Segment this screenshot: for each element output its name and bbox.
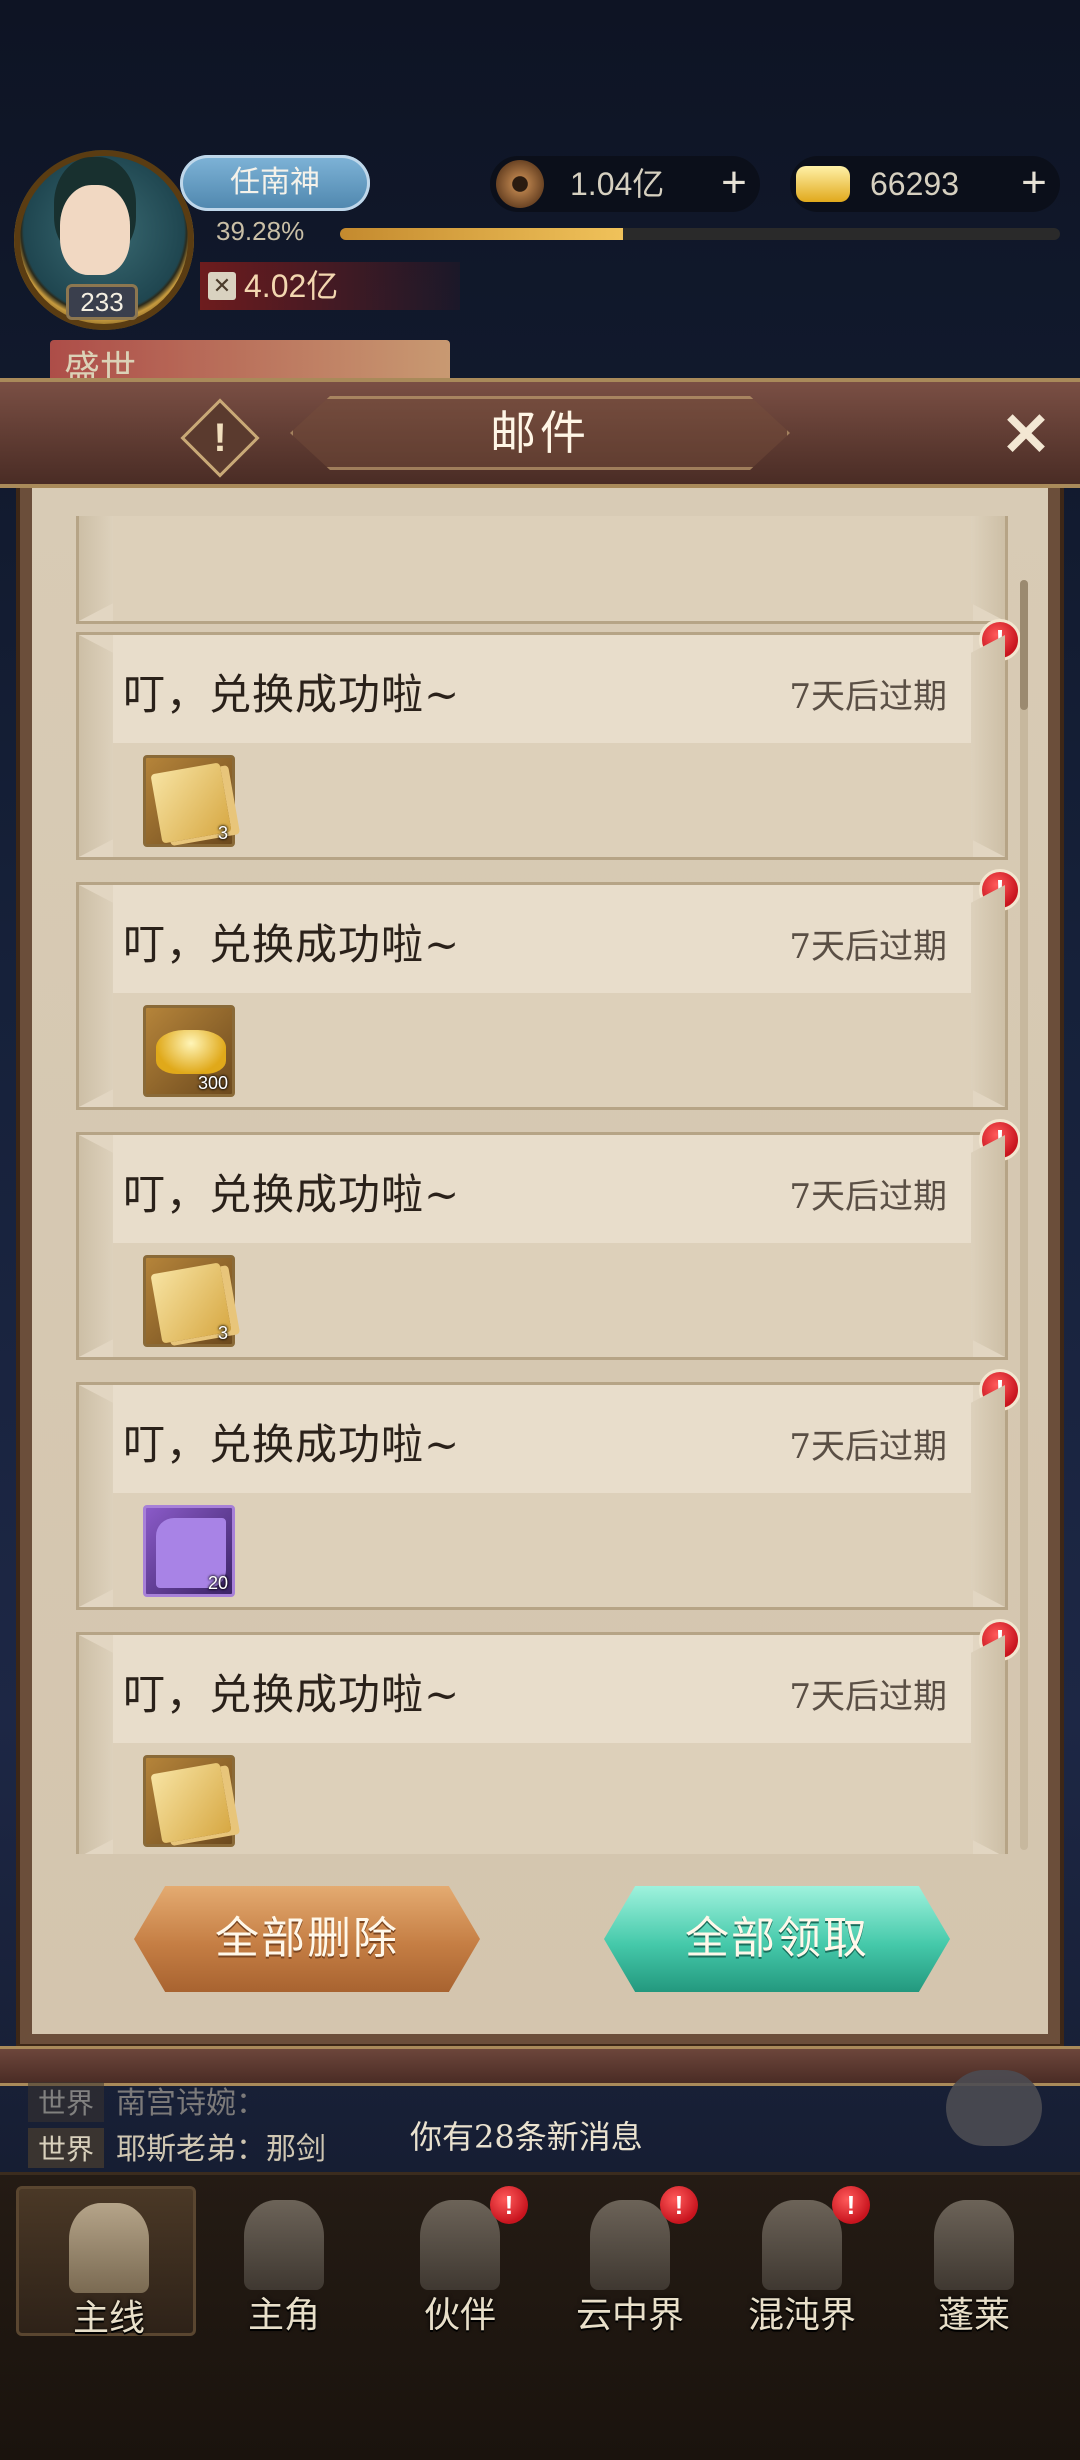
gold-ingot-icon (796, 166, 850, 202)
mail-expiry: 7天后过期 (789, 1427, 947, 1467)
nav-item[interactable]: 云中界! (540, 2186, 720, 2336)
chat-line[interactable]: 世界 耶斯老弟：那剑 (28, 2124, 326, 2168)
mail-item[interactable]: 20 (76, 516, 1008, 624)
nav-label: 混沌界 (747, 2295, 856, 2336)
chat-channel-tag: 世界 (28, 2082, 105, 2122)
nav-icon (244, 2200, 324, 2290)
nav-label: 云中界 (575, 2295, 684, 2336)
scrollbar-thumb[interactable] (1020, 580, 1028, 710)
exp-percent: 39.28% (216, 216, 305, 246)
notification-badge: ! (832, 2186, 870, 2224)
unread-badge: ! (979, 1619, 1020, 1661)
mail-expiry: 7天后过期 (789, 927, 947, 967)
mail-title: 叮，兑换成功啦~ (123, 1420, 461, 1469)
notification-badge: ! (660, 2186, 698, 2224)
add-copper-button[interactable]: + (712, 161, 756, 206)
copper-coin-icon (496, 160, 544, 208)
nav-icon (420, 2200, 500, 2290)
mail-item[interactable]: 叮，兑换成功啦~ 7天后过期 3! (76, 619, 1020, 860)
nav-icon (934, 2200, 1014, 2290)
reward-item[interactable]: 3 (143, 1255, 235, 1347)
chat-channel-tag: 世界 (28, 2128, 105, 2168)
close-icon: ✕ (1000, 401, 1052, 468)
copper-amount: 1.04亿 (570, 166, 665, 202)
chat-bubble-icon[interactable] (946, 2070, 1042, 2146)
item-count: 3 (217, 1323, 228, 1343)
gold-amount: 66293 (870, 166, 959, 202)
nav-icon (69, 2203, 149, 2293)
claim-all-button[interactable]: 全部领取 (604, 1886, 950, 1992)
mail-title: 叮，兑换成功啦~ (123, 670, 461, 719)
combat-power-value: 4.02亿 (244, 268, 339, 304)
gold-currency: 66293 + (790, 156, 1060, 212)
chat-message: 南宫诗婉： (116, 2086, 267, 2121)
mail-item[interactable]: 叮，兑换成功啦~ 7天后过期 20! (76, 1369, 1020, 1610)
mail-rewards-area (113, 1743, 973, 1854)
mail-item[interactable]: 叮，兑换成功啦~ 7天后过期 300! (76, 869, 1020, 1110)
mail-rewards-area (113, 1493, 973, 1607)
nav-label: 伙伴 (423, 2295, 496, 2336)
unread-badge: ! (979, 1369, 1020, 1411)
ticket-icon (150, 1762, 232, 1844)
mail-item[interactable]: 叮，兑换成功啦~ 7天后过期! (76, 1619, 1020, 1854)
item-count: 3 (217, 823, 228, 843)
top-hud: 233 任南神 39.28% ✕ 4.02亿 1.04亿 + 66293 + 盛… (0, 0, 1080, 400)
reward-item[interactable]: 20 (143, 1505, 235, 1597)
avatar-portrait (60, 185, 130, 275)
nav-item[interactable]: 主线 (16, 2186, 196, 2339)
player-level-badge: 233 (66, 284, 138, 320)
nav-item[interactable]: 伙伴! (370, 2186, 550, 2336)
delete-all-button[interactable]: 全部删除 (134, 1886, 480, 1992)
mail-rewards-area (113, 1243, 973, 1357)
combat-power: ✕ 4.02亿 (200, 262, 460, 310)
player-name: 任南神 (180, 155, 370, 211)
mail-list[interactable]: 20叮，兑换成功啦~7天后过期3!叮，兑换成功啦~7天后过期300!叮，兑换成功… (60, 516, 1020, 1854)
mail-rewards-area (113, 516, 973, 621)
nav-item[interactable]: 混沌界! (712, 2186, 892, 2336)
mail-rewards-area (113, 993, 973, 1107)
mail-title: 叮，兑换成功啦~ (123, 1170, 461, 1219)
reward-item[interactable] (143, 1755, 235, 1847)
copper-currency: 1.04亿 + (490, 156, 760, 212)
item-count: 20 (207, 1573, 228, 1593)
nav-label: 主角 (247, 2295, 320, 2336)
gold-ingot-icon (156, 1030, 226, 1074)
unread-badge: ! (979, 619, 1020, 661)
nav-icon (590, 2200, 670, 2290)
close-button[interactable]: ✕ (994, 404, 1058, 468)
modal-title: 邮件 (490, 406, 590, 460)
swords-icon: ✕ (208, 272, 236, 300)
chat-message: 耶斯老弟：那剑 (116, 2132, 327, 2167)
nav-label: 主线 (72, 2298, 145, 2339)
mail-expiry: 7天后过期 (789, 1677, 947, 1717)
scrollbar[interactable] (1020, 580, 1028, 1850)
mail-title: 叮，兑换成功啦~ (123, 1670, 461, 1719)
exp-bar (340, 228, 1060, 240)
nav-item[interactable]: 蓬莱 (884, 2186, 1064, 2336)
unread-badge: ! (979, 1119, 1020, 1161)
new-message-notice[interactable]: 你有28条新消息 (410, 2112, 643, 2158)
exp-bar-fill (340, 228, 623, 240)
mail-expiry: 7天后过期 (789, 677, 947, 717)
reward-item[interactable]: 300 (143, 1005, 235, 1097)
mail-rewards-area (113, 743, 973, 857)
add-gold-button[interactable]: + (1012, 161, 1056, 206)
mail-title-bar: ! 邮件 ✕ (0, 378, 1080, 488)
chat-line[interactable]: 世界 南宫诗婉： (28, 2078, 266, 2122)
nav-label: 蓬莱 (937, 2295, 1010, 2336)
nav-icon (762, 2200, 842, 2290)
mail-item[interactable]: 叮，兑换成功啦~ 7天后过期 3! (76, 1119, 1020, 1360)
notification-badge: ! (490, 2186, 528, 2224)
reward-item[interactable]: 3 (143, 755, 235, 847)
item-count: 300 (197, 1073, 228, 1093)
mail-expiry: 7天后过期 (789, 1177, 947, 1217)
nav-item[interactable]: 主角 (194, 2186, 374, 2336)
mail-title: 叮，兑换成功啦~ (123, 920, 461, 969)
unread-badge: ! (979, 869, 1020, 911)
